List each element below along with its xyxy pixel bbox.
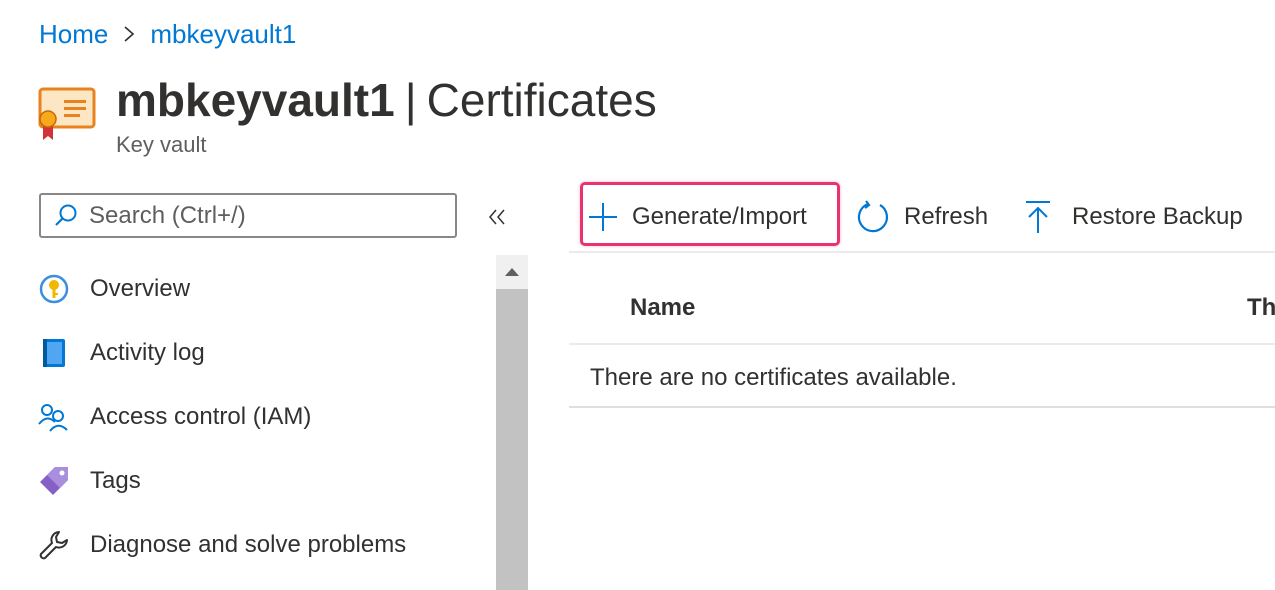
key-circle-icon (38, 273, 70, 305)
search-box[interactable] (39, 193, 457, 238)
column-header-name[interactable]: Name (630, 294, 695, 322)
sidebar-item-tags[interactable]: Tags (38, 449, 488, 513)
sidebar-item-overview[interactable]: Overview (38, 257, 488, 321)
generate-import-label: Generate/Import (632, 203, 807, 230)
column-header-thumbprint[interactable]: Th (1247, 294, 1275, 322)
tag-icon (38, 465, 70, 497)
toolbar-divider (569, 251, 1275, 253)
section-name: Certificates (426, 74, 657, 126)
sidebar-scrollbar[interactable] (496, 255, 528, 590)
grid-header-divider (569, 343, 1275, 345)
chevron-right-icon (122, 24, 136, 44)
scrollbar-thumb[interactable] (496, 289, 528, 590)
restore-backup-button[interactable]: Restore Backup (1024, 190, 1243, 244)
refresh-button[interactable]: Refresh (856, 190, 988, 244)
certificate-icon (38, 86, 98, 142)
sidebar-item-access-control[interactable]: Access control (IAM) (38, 385, 488, 449)
title-separator: | (404, 74, 417, 126)
double-chevron-left-icon[interactable] (480, 200, 514, 234)
refresh-icon (856, 200, 890, 234)
scroll-up-arrow-icon[interactable] (496, 255, 528, 289)
breadcrumb: Home mbkeyvault1 (39, 16, 296, 52)
search-input[interactable] (89, 201, 429, 230)
page-subtitle: Key vault (116, 132, 207, 157)
upload-arrow-icon (1024, 200, 1052, 234)
people-icon (38, 401, 70, 433)
sidebar-item-diagnose[interactable]: Diagnose and solve problems (38, 513, 488, 577)
sidebar-item-activity-log[interactable]: Activity log (38, 321, 488, 385)
generate-import-button[interactable]: Generate/Import (588, 190, 807, 244)
wrench-icon (38, 529, 70, 561)
sidebar-item-label: Access control (IAM) (90, 403, 312, 430)
empty-state-message: There are no certificates available. (590, 364, 957, 391)
log-book-icon (38, 337, 70, 369)
refresh-label: Refresh (904, 203, 989, 230)
grid-row-divider (569, 406, 1275, 408)
plus-icon (588, 202, 618, 232)
search-icon (53, 203, 79, 229)
breadcrumb-current-link[interactable]: mbkeyvault1 (150, 19, 296, 50)
sidebar-item-label: Tags (90, 467, 141, 494)
page-title: mbkeyvault1 | Certificates (116, 72, 657, 128)
sidebar-item-label: Activity log (90, 339, 205, 366)
breadcrumb-home-link[interactable]: Home (39, 19, 108, 50)
sidebar-item-label: Diagnose and solve problems (90, 531, 407, 558)
sidebar-item-label: Overview (90, 275, 191, 302)
resource-name: mbkeyvault1 (116, 74, 395, 126)
restore-backup-label: Restore Backup (1072, 203, 1243, 230)
